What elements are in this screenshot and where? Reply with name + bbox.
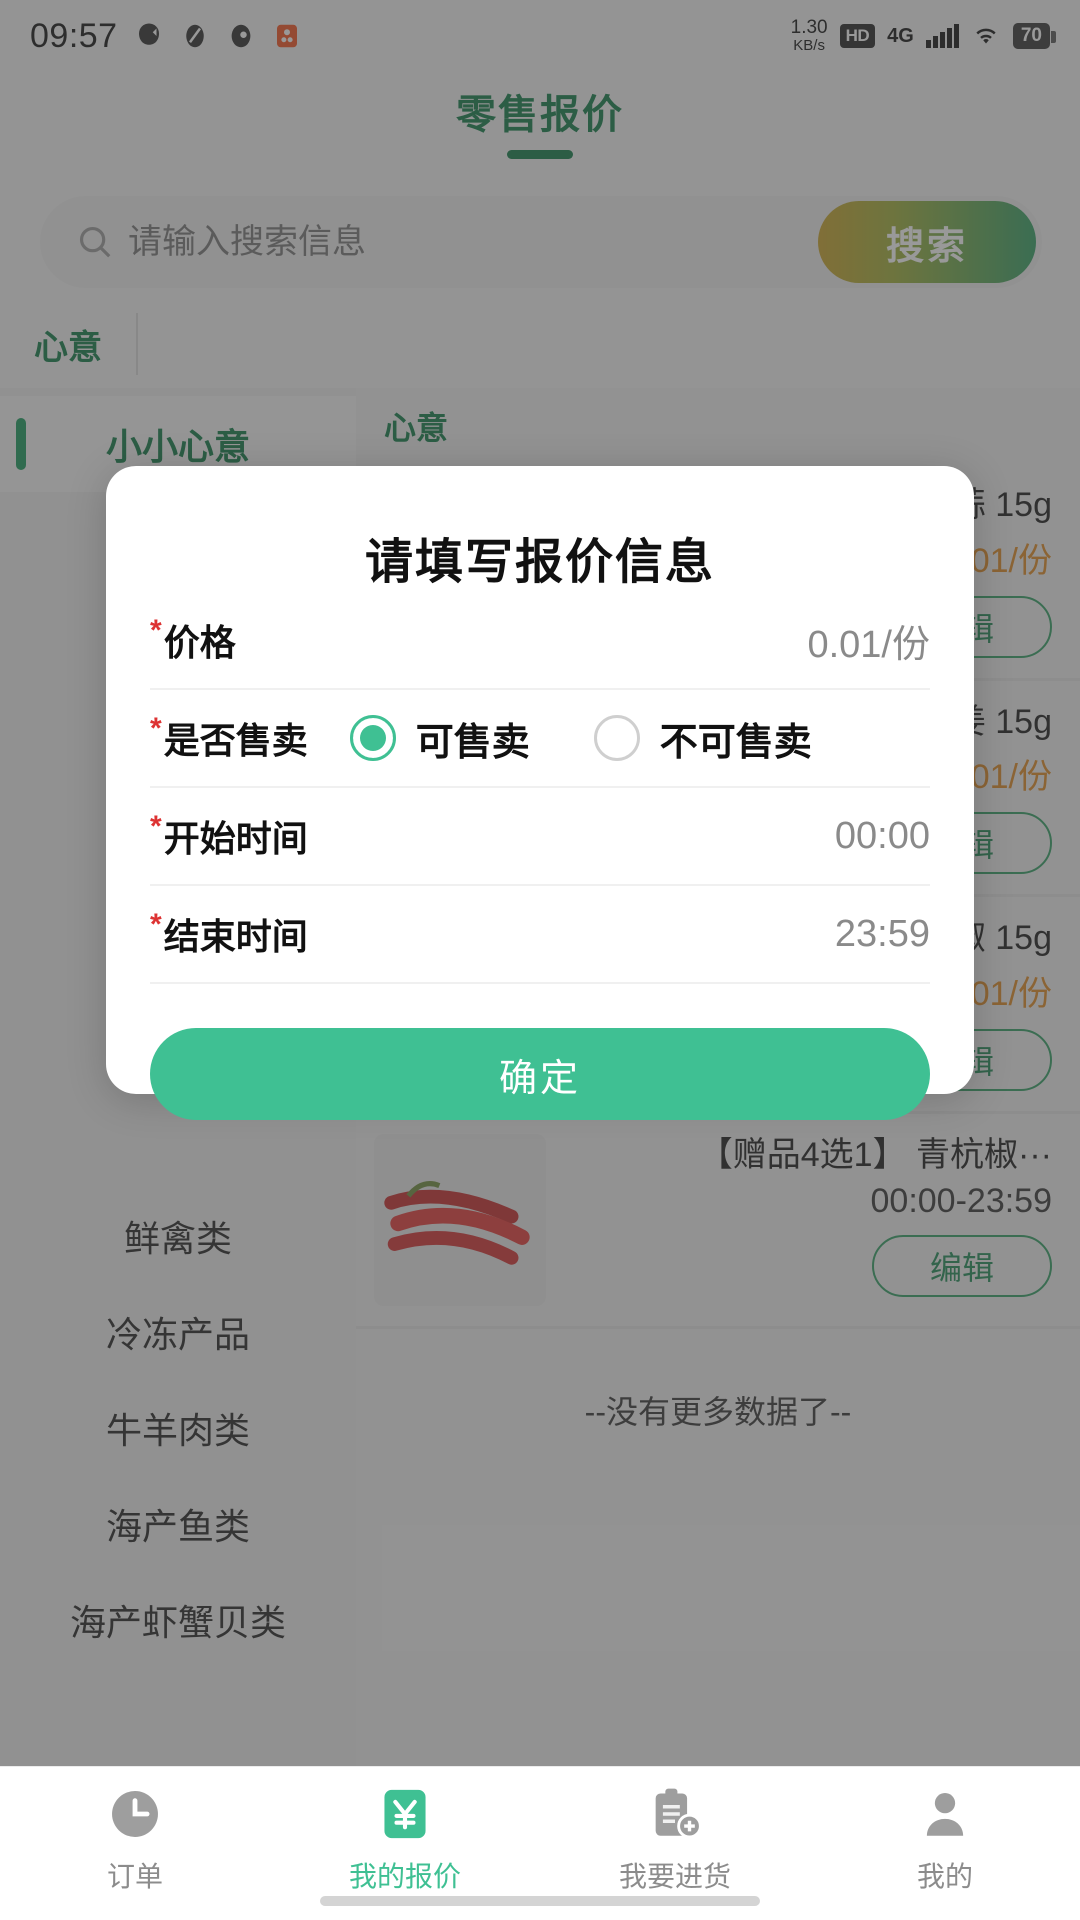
form-row-sellable: *是否售卖 可售卖 不可售卖 [150,690,930,788]
nav-label: 我要进货 [619,1855,731,1895]
person-icon [916,1785,974,1843]
nav-label: 我的 [917,1855,973,1895]
quote-form-dialog: 请填写报价信息 *价格 0.01/份 *是否售卖 可售卖 不可售卖 *开始时间 … [106,466,974,1094]
form-label-sellable: *是否售卖 [150,712,308,764]
nav-item-purchase[interactable]: 我要进货 [540,1785,810,1895]
required-asterisk: * [150,908,162,941]
label-text: 价格 [164,622,236,663]
required-asterisk: * [150,810,162,843]
radio-label: 不可售卖 [660,711,812,766]
nav-label: 订单 [107,1855,163,1895]
label-text: 是否售卖 [164,720,308,761]
radio-option-not-sellable[interactable]: 不可售卖 [594,711,812,766]
form-label-start-time: *开始时间 [150,810,308,862]
nav-item-my-quotes[interactable]: 我的报价 [270,1785,540,1895]
radio-unselected-icon [594,715,640,761]
form-row-price[interactable]: *价格 0.01/份 [150,592,930,690]
dialog-title: 请填写报价信息 [150,466,930,592]
required-asterisk: * [150,712,162,745]
form-row-start-time[interactable]: *开始时间 00:00 [150,788,930,886]
nav-item-orders[interactable]: 订单 [0,1785,270,1895]
label-text: 结束时间 [164,916,308,957]
start-time-value[interactable]: 00:00 [835,815,930,858]
sellable-radio-group: 可售卖 不可售卖 [350,711,812,766]
form-label-end-time: *结束时间 [150,908,308,960]
form-label-price: *价格 [150,614,236,666]
radio-label: 可售卖 [416,711,530,766]
clock-icon [106,1785,164,1843]
nav-label: 我的报价 [349,1855,461,1895]
confirm-button[interactable]: 确定 [150,1028,930,1120]
end-time-value[interactable]: 23:59 [835,913,930,956]
radio-selected-icon [350,715,396,761]
yen-icon [376,1785,434,1843]
home-indicator [320,1896,760,1906]
radio-option-sellable[interactable]: 可售卖 [350,711,530,766]
label-text: 开始时间 [164,818,308,859]
required-asterisk: * [150,614,162,647]
form-row-end-time[interactable]: *结束时间 23:59 [150,886,930,984]
clipboard-plus-icon [646,1785,704,1843]
price-value[interactable]: 0.01/份 [807,613,930,668]
nav-item-profile[interactable]: 我的 [810,1785,1080,1895]
